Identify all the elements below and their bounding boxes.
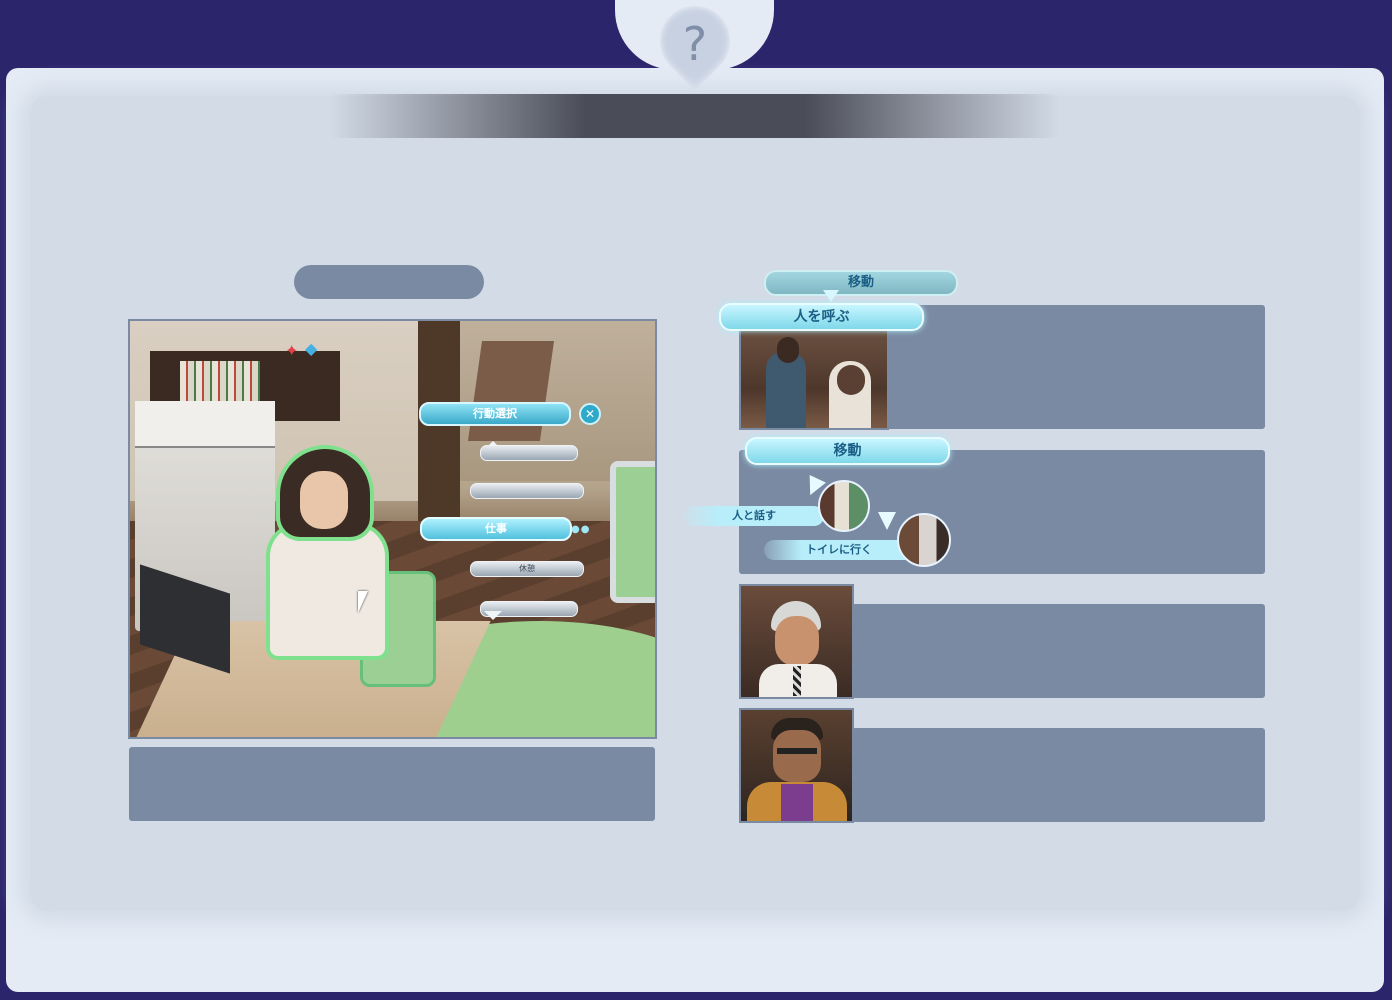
action-menu-item-selected[interactable]: 仕事 [420, 517, 572, 541]
gameplay-screenshot: ✦ ◆ 行動選択 ✕ 仕事 ●● 休憩 [128, 319, 657, 739]
thumb-person-2-head [837, 365, 865, 395]
title-bar [330, 94, 1060, 138]
feature-card-character-1 [852, 604, 1265, 698]
section-label-pill [294, 265, 484, 299]
mouse-cursor-icon [358, 591, 368, 613]
feature-card-character-2 [852, 728, 1265, 822]
more-dots-icon: ●● [571, 524, 591, 535]
portrait-2-face [773, 730, 821, 782]
talk-pill: 人と話す [684, 506, 824, 526]
character-portrait-2 [739, 708, 854, 823]
spray-icon: ✦ [285, 341, 299, 360]
arrow-down-icon [823, 290, 839, 302]
character-portrait-1 [739, 584, 854, 699]
action-menu-item[interactable]: 休憩 [470, 561, 584, 577]
portrait-2-shirt [781, 784, 813, 821]
character-face[interactable] [300, 471, 348, 529]
scene-copier-top [135, 401, 275, 448]
action-menu-item[interactable] [470, 483, 584, 499]
action-menu-title: 行動選択 [419, 402, 571, 426]
scene-books [180, 361, 260, 401]
scroll-down-icon[interactable] [484, 611, 502, 620]
scene-magazine-rack [467, 341, 555, 441]
scene-chair-right [610, 461, 655, 603]
portrait-1-tie [793, 666, 801, 696]
arrow-toilet-icon [878, 512, 896, 530]
portrait-1-face [775, 616, 819, 666]
thumb-person-1-head [777, 337, 799, 363]
move-pill: 移動 [745, 437, 950, 465]
close-icon[interactable]: ✕ [579, 403, 601, 425]
description-box [129, 747, 655, 821]
question-icon: ? [682, 17, 708, 71]
diamond-icon: ◆ [305, 339, 318, 358]
move-label-pill: 移動 [764, 270, 958, 296]
portrait-2-glasses [777, 748, 817, 754]
toilet-pill: トイレに行く [764, 540, 914, 560]
call-person-pill: 人を呼ぶ [719, 303, 924, 331]
call-thumbnail [739, 329, 889, 430]
action-menu-item[interactable] [480, 445, 578, 461]
talk-bubble [818, 480, 870, 532]
toilet-bubble [897, 513, 951, 567]
